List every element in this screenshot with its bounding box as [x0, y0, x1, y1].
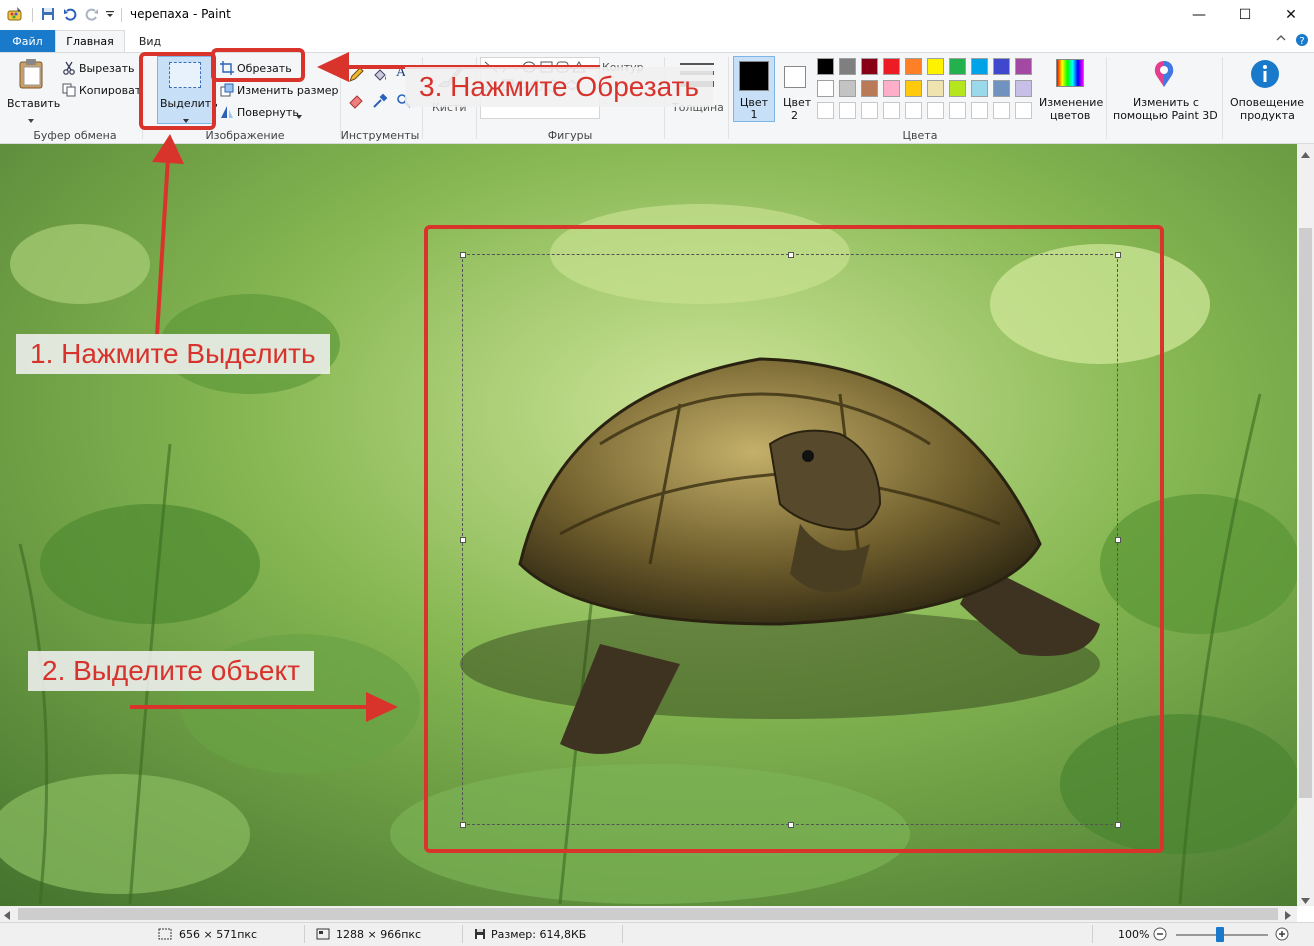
annotation-arrows: [130, 52, 600, 722]
step1-callout: 1. Нажмите Выделить: [16, 334, 330, 374]
step2-callout: 2. Выделите объект: [28, 651, 314, 691]
step3-callout: 3. Нажмите Обрезать: [405, 67, 713, 107]
